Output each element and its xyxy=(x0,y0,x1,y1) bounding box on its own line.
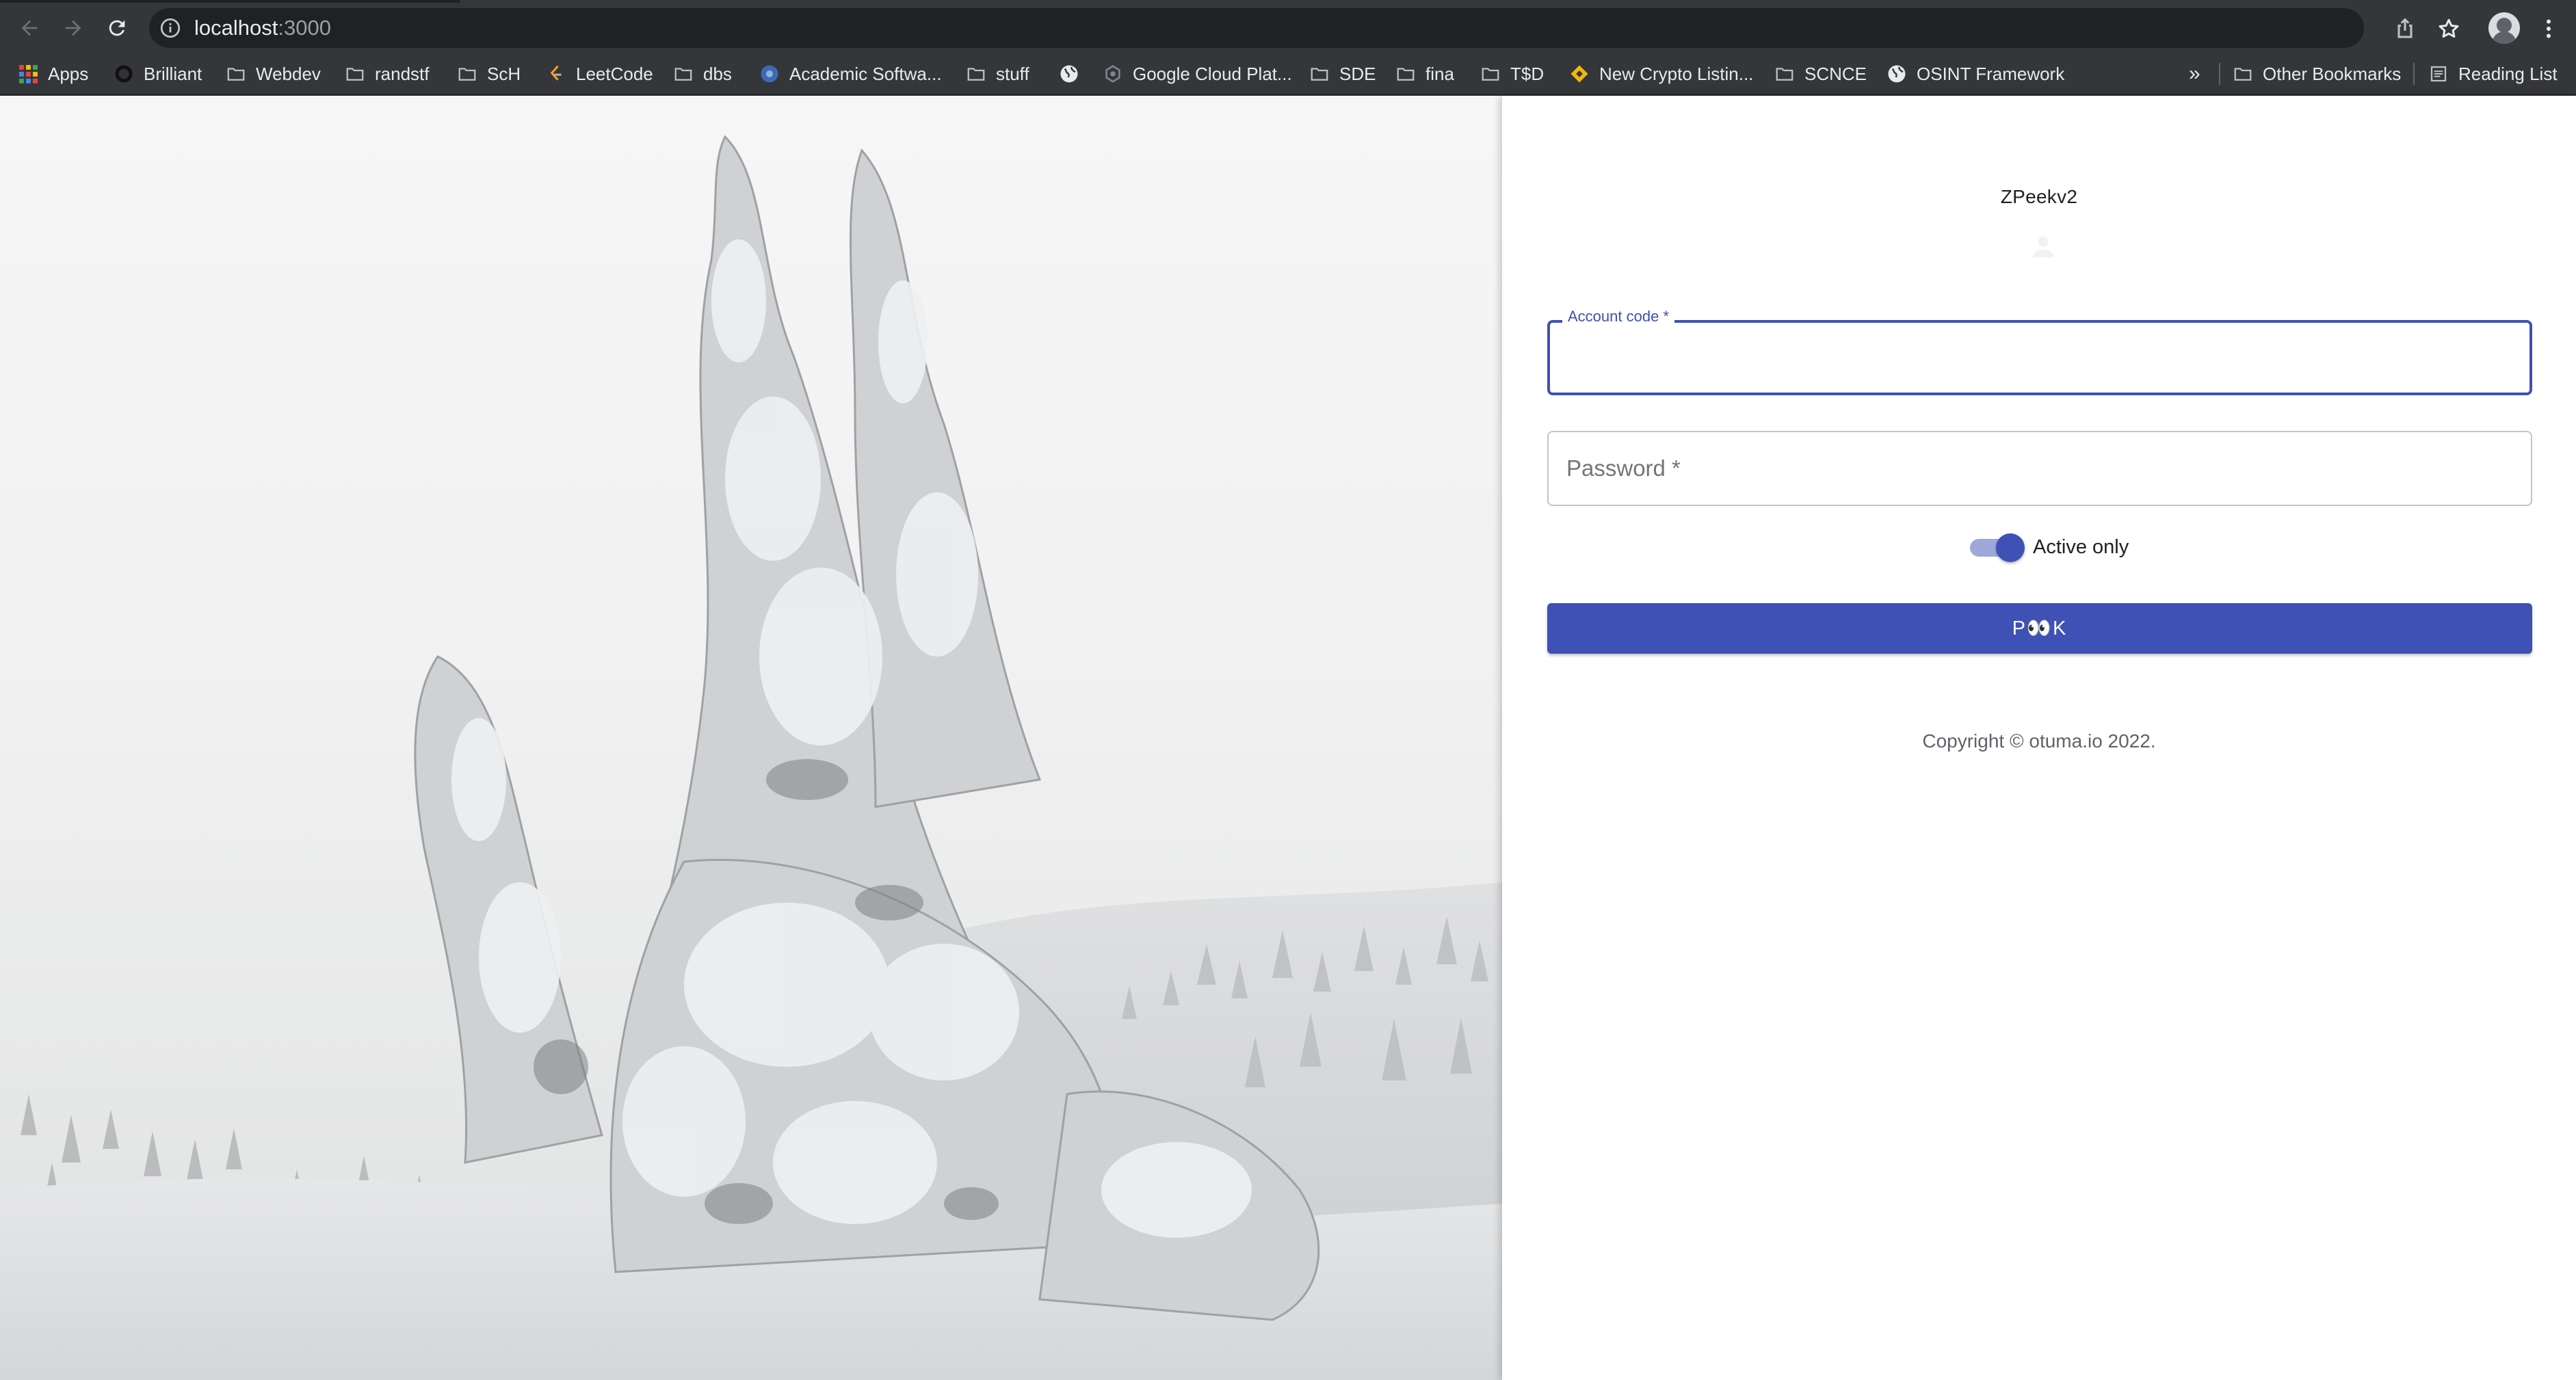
info-icon[interactable] xyxy=(159,16,182,40)
bookmark-other-bookmarks[interactable]: Other Bookmarks xyxy=(2233,53,2401,94)
bookmarks-bar: Apps Brilliant Webdev randstf ScH LeetCo… xyxy=(0,53,2576,96)
bookmark-osint[interactable]: OSINT Framework xyxy=(1887,53,2064,94)
bookmark-tsd[interactable]: T$D xyxy=(1480,53,1544,94)
folder-icon xyxy=(1309,64,1330,84)
account-code-label: Account code * xyxy=(1562,308,1674,326)
bookmark-label: Reading List xyxy=(2458,63,2558,84)
folder-icon xyxy=(1774,64,1795,84)
bookmark-scnce[interactable]: SCNCE xyxy=(1774,53,1867,94)
bookmark-globe[interactable] xyxy=(1059,53,1089,94)
peek-submit-button[interactable]: P👀K xyxy=(1547,603,2532,654)
bookmark-apps[interactable]: Apps xyxy=(18,53,88,94)
folder-icon xyxy=(966,64,986,84)
copyright-text: Copyright © otuma.io 2022. xyxy=(1922,730,2156,752)
bookmark-label: T$D xyxy=(1510,63,1545,84)
account-code-field[interactable]: Account code * xyxy=(1547,308,2532,395)
bookmark-randstf[interactable]: randstf xyxy=(345,53,430,94)
star-icon[interactable] xyxy=(2435,15,2462,42)
bookmark-label: Academic Softwa... xyxy=(789,63,942,84)
bookmark-label: Google Cloud Plat... xyxy=(1133,63,1292,84)
site-favicon xyxy=(114,64,134,84)
bookmarks-divider xyxy=(2219,63,2220,85)
bookmark-sde[interactable]: SDE xyxy=(1309,53,1376,94)
bookmark-label: ScH xyxy=(487,63,521,84)
bookmark-new-crypto[interactable]: New Crypto Listin... xyxy=(1569,53,1753,94)
bookmarks-divider xyxy=(2413,63,2415,85)
folder-icon xyxy=(345,64,365,84)
address-bar[interactable]: localhost:3000 xyxy=(149,8,2364,48)
gcp-icon xyxy=(1103,64,1123,84)
login-panel: ZPeekv2 Account code * Active only P👀K C… xyxy=(1502,96,2576,1380)
bookmarks-overflow-chevron-icon[interactable]: » xyxy=(2189,53,2200,94)
bookmark-label: LeetCode xyxy=(576,63,653,84)
globe-icon xyxy=(1059,64,1079,84)
bookmark-dbs[interactable]: dbs xyxy=(673,53,732,94)
bookmark-label: Apps xyxy=(48,63,89,84)
folder-icon xyxy=(457,64,477,84)
academic-favicon xyxy=(759,64,780,84)
share-icon[interactable] xyxy=(2391,15,2419,42)
bookmark-google-cloud[interactable]: Google Cloud Plat... xyxy=(1103,53,1292,94)
bookmark-label: dbs xyxy=(703,63,732,84)
bookmark-label: SDE xyxy=(1339,63,1376,84)
bookmark-leetcode[interactable]: LeetCode xyxy=(546,53,653,94)
snowy-tree-background-image xyxy=(0,96,1502,1380)
bookmark-label: randstf xyxy=(375,63,430,84)
bookmark-label: New Crypto Listin... xyxy=(1599,63,1754,84)
bookmark-label: fina xyxy=(1425,63,1454,84)
active-only-toggle-row: Active only xyxy=(1502,527,2576,568)
password-field[interactable] xyxy=(1547,431,2532,506)
active-only-label[interactable]: Active only xyxy=(2033,536,2129,559)
apps-grid-icon xyxy=(18,64,38,84)
bookmark-label: Brilliant xyxy=(144,63,202,84)
folder-icon xyxy=(226,64,246,84)
bookmark-label: Other Bookmarks xyxy=(2263,63,2402,84)
bookmark-brilliant[interactable]: Brilliant xyxy=(114,53,202,94)
bookmark-label: OSINT Framework xyxy=(1917,63,2065,84)
reading-list-icon xyxy=(2428,64,2449,84)
bookmark-sch[interactable]: ScH xyxy=(457,53,521,94)
bookmark-academic-software[interactable]: Academic Softwa... xyxy=(759,53,942,94)
kebab-menu-icon[interactable] xyxy=(2535,15,2562,42)
switch-thumb xyxy=(1996,533,2025,562)
binance-icon xyxy=(1569,64,1590,84)
forward-arrow-icon[interactable] xyxy=(57,12,89,44)
bookmark-webdev[interactable]: Webdev xyxy=(226,53,321,94)
account-code-input[interactable] xyxy=(1566,341,2510,376)
back-arrow-icon[interactable] xyxy=(14,12,45,44)
folder-icon xyxy=(1395,64,1416,84)
browser-chrome: localhost:3000 Apps Brilliant Webdev ran… xyxy=(0,0,2576,96)
url-text[interactable]: localhost:3000 xyxy=(194,8,331,48)
folder-icon xyxy=(1480,64,1501,84)
reading-list-button[interactable]: Reading List xyxy=(2428,53,2558,94)
folder-icon xyxy=(673,64,694,84)
user-avatar-icon xyxy=(2032,236,2054,258)
app-title: ZPeekv2 xyxy=(2000,186,2078,207)
reload-icon[interactable] xyxy=(101,12,133,44)
bookmark-label: stuff xyxy=(996,63,1029,84)
login-page: ZPeekv2 Account code * Active only P👀K C… xyxy=(0,96,2576,1380)
bookmark-label: Webdev xyxy=(256,63,321,84)
profile-avatar-icon[interactable] xyxy=(2488,12,2520,44)
browser-toolbar: localhost:3000 xyxy=(0,3,2576,53)
globe-icon xyxy=(1887,64,1907,84)
active-only-switch[interactable] xyxy=(1969,533,2025,562)
bookmark-stuff[interactable]: stuff xyxy=(966,53,1029,94)
bookmark-label: SCNCE xyxy=(1804,63,1867,84)
bookmark-fina[interactable]: fina xyxy=(1395,53,1454,94)
folder-icon xyxy=(2233,64,2253,84)
leetcode-icon xyxy=(546,64,566,84)
password-input[interactable] xyxy=(1566,450,2510,487)
